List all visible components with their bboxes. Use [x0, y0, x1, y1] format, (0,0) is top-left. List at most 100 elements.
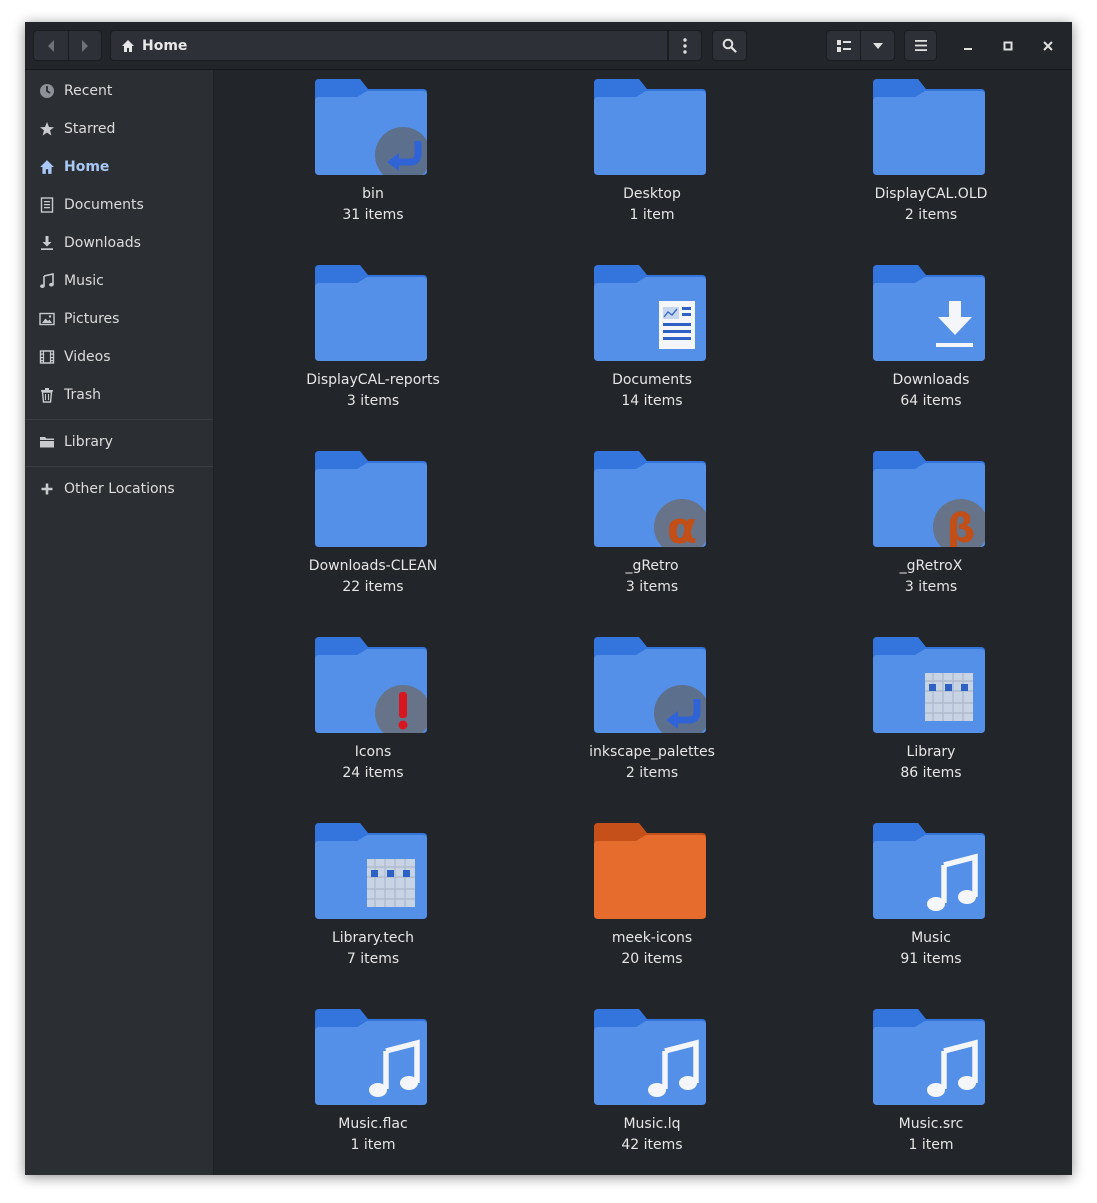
file-name: DisplayCAL-reports: [306, 372, 440, 388]
sidebar-item-label: Starred: [64, 121, 116, 137]
file-item[interactable]: bin 31 items: [273, 70, 473, 256]
list-view-icon: [836, 39, 851, 52]
home-icon: [122, 39, 134, 52]
file-item[interactable]: Music.src 1 item: [831, 1000, 1031, 1175]
main-menu-button[interactable]: [904, 30, 937, 61]
item-count: 2 items: [904, 207, 958, 223]
file-name: Music: [911, 930, 951, 946]
item-count: 1 item: [350, 1137, 396, 1153]
file-item[interactable]: β _gRetroX 3 items: [831, 442, 1031, 628]
path-menu-button[interactable]: [668, 30, 702, 61]
sidebar-item-starred[interactable]: Starred: [25, 110, 213, 148]
file-item[interactable]: Documents 14 items: [552, 256, 752, 442]
file-name: Icons: [354, 744, 392, 760]
download-icon: [39, 235, 55, 251]
sidebar-item-recent[interactable]: Recent: [25, 72, 213, 110]
sidebar-item-music[interactable]: Music: [25, 262, 213, 300]
file-item[interactable]: Music.flac 1 item: [273, 1000, 473, 1175]
file-name: Desktop: [623, 186, 681, 202]
sidebar-item-label: Library: [64, 434, 113, 450]
close-button[interactable]: [1033, 30, 1063, 61]
music-icon: [39, 273, 55, 289]
item-count: 22 items: [342, 579, 404, 595]
clock-icon: [39, 83, 55, 99]
item-count: 42 items: [621, 1137, 683, 1153]
sidebar-item-label: Documents: [64, 197, 144, 213]
file-name: Library.tech: [331, 930, 415, 946]
hamburger-icon: [914, 40, 927, 51]
minimize-button[interactable]: [953, 30, 983, 61]
location-button-home[interactable]: Home: [110, 30, 668, 61]
sidebar-item-label: Other Locations: [64, 481, 175, 497]
close-icon: [1043, 40, 1053, 51]
file-item[interactable]: Library.tech 7 items: [273, 814, 473, 1000]
home-icon: [39, 159, 55, 175]
picture-icon: [39, 311, 55, 327]
folder-icon: [39, 434, 55, 450]
search-button[interactable]: [712, 30, 747, 61]
sidebar-item-other-locations[interactable]: Other Locations: [25, 470, 213, 508]
file-item[interactable]: Music.lq 42 items: [552, 1000, 752, 1175]
sidebar-item-pictures[interactable]: Pictures: [25, 300, 213, 338]
sidebar-item-label: Trash: [64, 387, 101, 403]
view-toggle-button[interactable]: [826, 30, 861, 61]
file-item[interactable]: DisplayCAL.OLD 2 items: [831, 70, 1031, 256]
item-count: 2 items: [625, 765, 679, 781]
file-name: inkscape_palettes: [589, 744, 715, 760]
file-item[interactable]: meek-icons 20 items: [552, 814, 752, 1000]
file-name: Music.src: [898, 1116, 964, 1132]
go-forward-icon: [82, 39, 88, 52]
item-count: 1 item: [908, 1137, 954, 1153]
item-count: 14 items: [621, 393, 683, 409]
file-name: Music.flac: [338, 1116, 408, 1132]
sidebar-item-home[interactable]: Home: [25, 148, 213, 186]
file-item[interactable]: inkscape_palettes 2 items: [552, 628, 752, 814]
file-item[interactable]: Music 91 items: [831, 814, 1031, 1000]
sidebar-item-downloads[interactable]: Downloads: [25, 224, 213, 262]
file-name: meek-icons: [611, 930, 693, 946]
file-item[interactable]: Library 86 items: [831, 628, 1031, 814]
item-count: 31 items: [342, 207, 404, 223]
minimize-icon: [964, 47, 972, 50]
file-item[interactable]: DisplayCAL-reports 3 items: [273, 256, 473, 442]
sidebar-item-label: Recent: [64, 83, 113, 99]
file-name: Library: [906, 744, 956, 760]
item-count: 64 items: [900, 393, 962, 409]
file-item[interactable]: Downloads-CLEAN 22 items: [273, 442, 473, 628]
sidebar-item-videos[interactable]: Videos: [25, 338, 213, 376]
maximize-icon: [1003, 41, 1013, 50]
forward-button[interactable]: [68, 30, 102, 61]
search-icon: [722, 38, 737, 53]
file-manager-window: Home Recent Starred Home Documents Downl…: [25, 22, 1072, 1175]
file-item[interactable]: α _gRetro 3 items: [552, 442, 752, 628]
places-sidebar: Recent Starred Home Documents Downloads …: [25, 70, 214, 1175]
file-item[interactable]: Desktop 1 item: [552, 70, 752, 256]
headerbar: Home: [25, 22, 1072, 70]
maximize-button[interactable]: [993, 30, 1023, 61]
sidebar-separator: [25, 466, 213, 467]
trash-icon: [39, 387, 55, 403]
sidebar-item-documents[interactable]: Documents: [25, 186, 213, 224]
file-name: Music.lq: [623, 1116, 681, 1132]
file-name: bin: [362, 186, 384, 202]
view-options-button[interactable]: [860, 30, 895, 61]
item-count: 91 items: [900, 951, 962, 967]
file-item[interactable]: Icons 24 items: [273, 628, 473, 814]
item-count: 1 item: [629, 207, 675, 223]
sidebar-item-trash[interactable]: Trash: [25, 376, 213, 414]
file-item[interactable]: Downloads 64 items: [831, 256, 1031, 442]
svg-text:α: α: [667, 503, 697, 547]
go-back-icon: [48, 39, 54, 52]
sidebar-item-library[interactable]: Library: [25, 423, 213, 461]
svg-text:β: β: [947, 506, 976, 547]
plus-icon: [39, 481, 55, 497]
sidebar-item-label: Pictures: [64, 311, 120, 327]
sidebar-item-label: Downloads: [64, 235, 141, 251]
video-icon: [39, 349, 55, 365]
document-icon: [39, 197, 55, 213]
file-name: Documents: [612, 372, 692, 388]
file-name: Downloads: [892, 372, 970, 388]
back-button[interactable]: [33, 30, 69, 61]
location-label: Home: [142, 37, 188, 54]
file-grid: bin 31 items Desktop 1 item DisplayCAL.OLD 2 …: [214, 70, 1072, 1175]
